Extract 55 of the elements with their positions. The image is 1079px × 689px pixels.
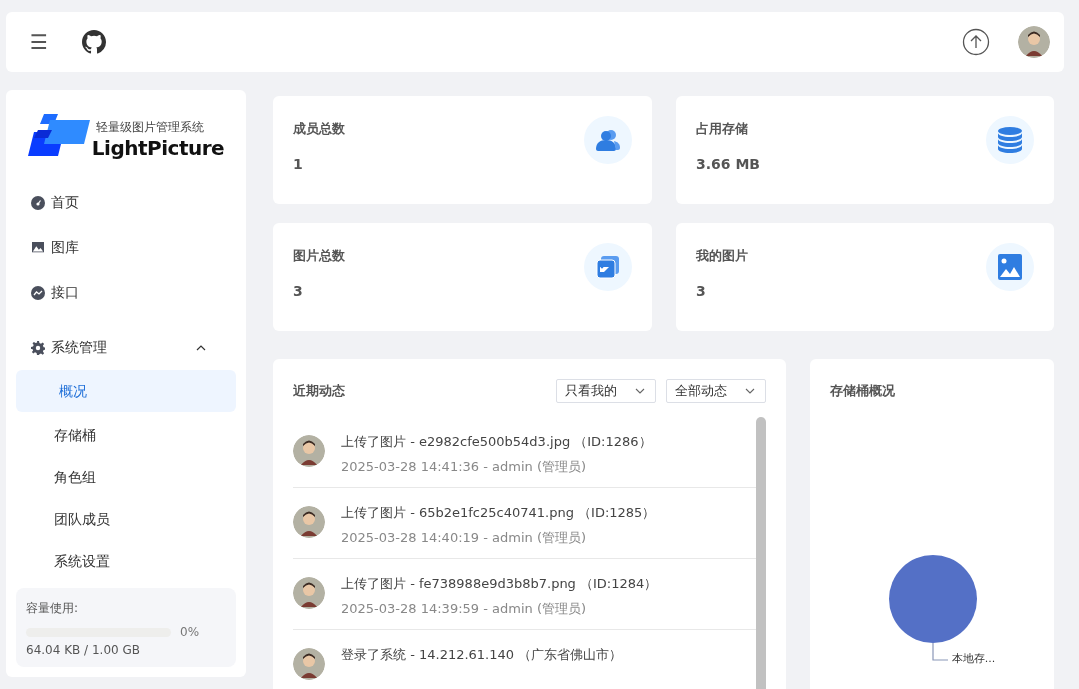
leader-line xyxy=(931,643,948,661)
gear-icon xyxy=(31,340,45,355)
chart-icon xyxy=(31,285,45,300)
menu-item[interactable]: 图库 xyxy=(16,225,236,270)
activity-title: 登录了系统 - 14.212.61.140 （广东省佛山市） xyxy=(341,646,623,664)
menu-item[interactable]: 接口 xyxy=(16,270,236,315)
stat-value: 3 xyxy=(696,283,707,299)
people-icon xyxy=(596,129,620,151)
activity-title: 上传了图片 - e2982cfe500b54d3.jpg （ID:1286） xyxy=(341,433,652,451)
usage-amount: 64.04 KB / 1.00 GB xyxy=(26,643,141,657)
stat-label: 图片总数 xyxy=(293,247,345,265)
user-avatar xyxy=(293,435,325,467)
activity-meta: 2025-03-28 14:40:19 - admin (管理员) xyxy=(341,529,588,547)
stat-value: 1 xyxy=(293,156,304,172)
github-icon[interactable] xyxy=(81,30,106,54)
stat-label: 占用存储 xyxy=(696,120,749,138)
stat-value: 3.66 MB xyxy=(696,156,761,172)
stat-label: 我的图片 xyxy=(696,247,748,265)
user-avatar xyxy=(293,648,325,680)
image-icon xyxy=(31,241,45,254)
scrollbar[interactable] xyxy=(756,417,766,689)
slice-label: 本地存... xyxy=(951,651,996,666)
database-icon xyxy=(998,127,1022,153)
user-avatar xyxy=(293,577,325,609)
card-title: 近期动态 xyxy=(293,382,345,400)
activity-title: 上传了图片 - 65b2e1fc25c40741.png （ID:1285） xyxy=(341,504,656,522)
menu-item[interactable]: 系统管理 xyxy=(16,325,236,370)
filter-dropdown[interactable]: 只看我的 xyxy=(556,379,656,403)
menu-icon[interactable]: ☰ xyxy=(30,32,48,52)
user-avatar xyxy=(293,506,325,538)
upload-icon[interactable] xyxy=(962,28,990,56)
chevron-icon xyxy=(196,344,206,351)
image-icon xyxy=(998,254,1022,280)
dashboard-icon xyxy=(31,195,45,210)
menu-item[interactable]: 首页 xyxy=(16,180,236,225)
usage-percent: 0% xyxy=(180,625,200,639)
stat-label: 成员总数 xyxy=(293,120,345,138)
card-title: 存储桶概况 xyxy=(830,382,895,400)
usage-label: 容量使用: xyxy=(26,600,80,617)
chevron-icon xyxy=(745,388,755,394)
stat-value: 3 xyxy=(293,283,304,299)
submenu-item[interactable]: 存储桶 xyxy=(16,414,236,456)
submenu-item[interactable]: 概况 xyxy=(16,370,236,412)
submenu-item[interactable]: 团队成员 xyxy=(16,498,236,540)
activity-meta: 2025-03-28 14:39:59 - admin (管理员) xyxy=(341,600,588,618)
user-avatar[interactable] xyxy=(1018,26,1050,58)
submenu-item[interactable]: 角色组 xyxy=(16,456,236,498)
submenu-item[interactable]: 系统设置 xyxy=(16,540,236,582)
logo-name: LightPicture xyxy=(91,136,225,160)
activity-meta: 2025-03-28 14:41:36 - admin (管理员) xyxy=(341,458,588,476)
filter-dropdown[interactable]: 全部动态 xyxy=(666,379,766,403)
chevron-icon xyxy=(635,388,645,394)
activity-title: 上传了图片 - fe738988e9d3b8b7.png （ID:1284） xyxy=(341,575,658,593)
logo-tagline: 轻量级图片管理系统 xyxy=(95,119,205,136)
images-icon xyxy=(596,255,620,279)
